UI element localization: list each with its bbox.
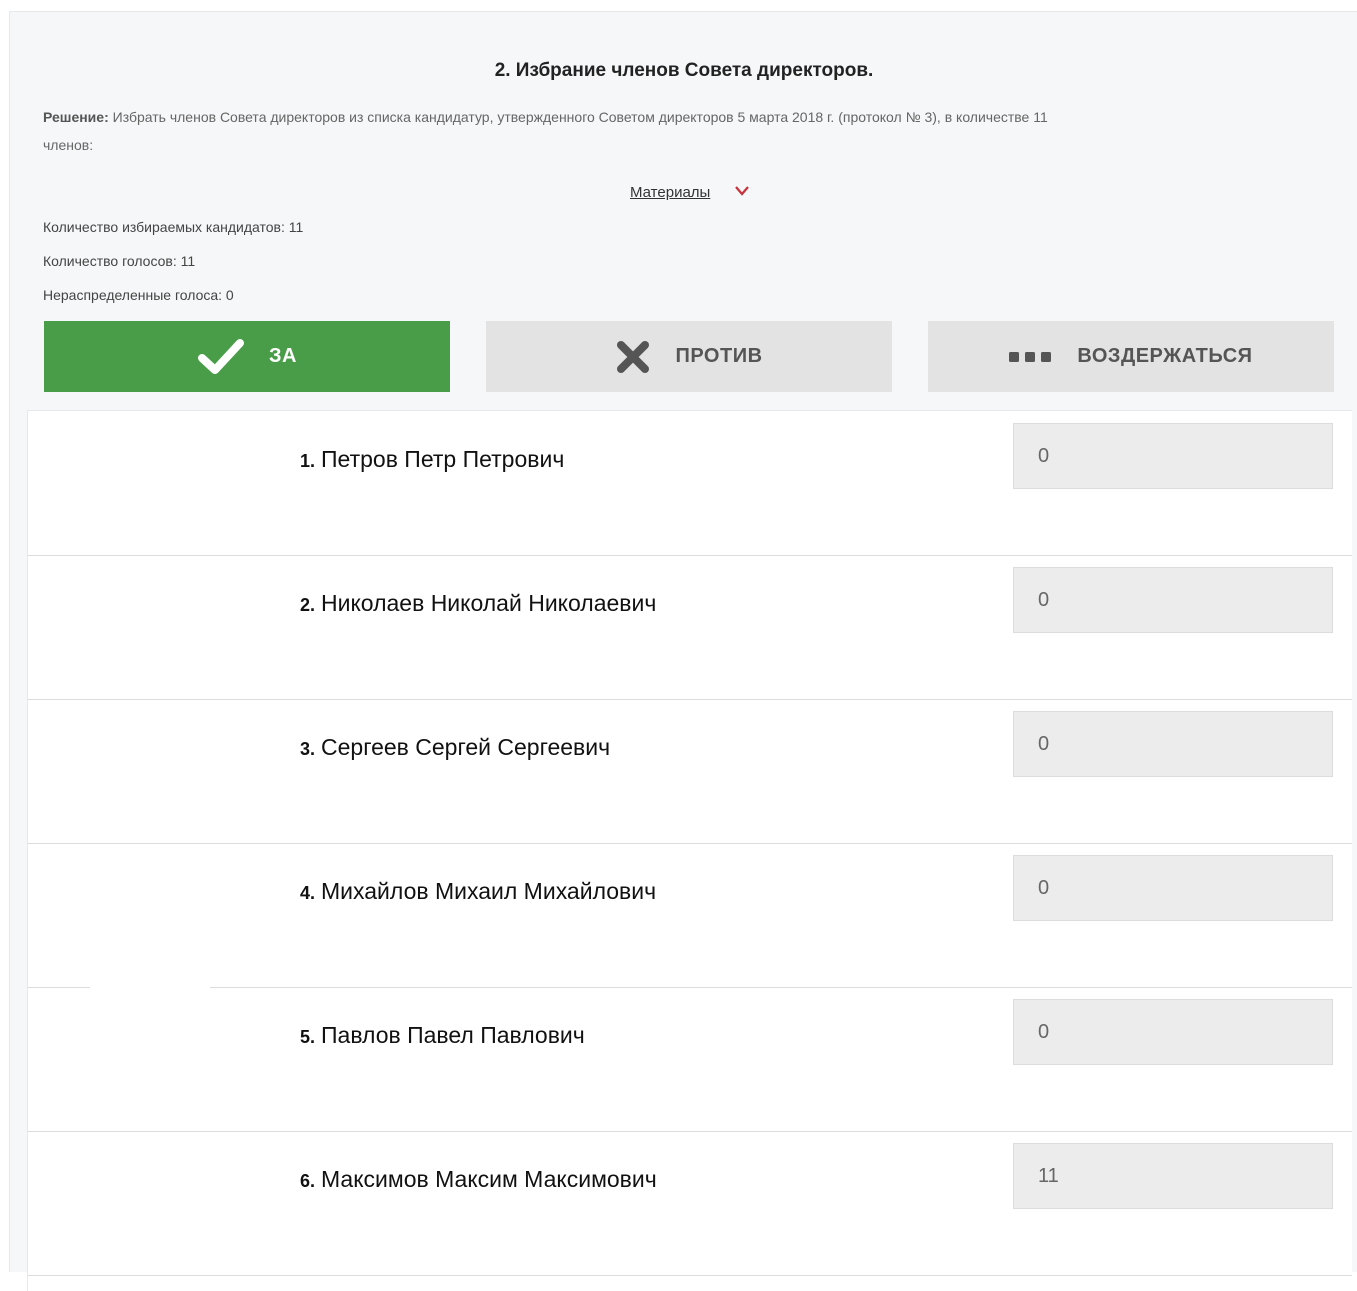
candidate-name: Михайлов Михаил Михайлович <box>321 878 657 904</box>
candidate-votes-input[interactable] <box>1013 855 1333 921</box>
materials-link[interactable]: Материалы <box>630 184 710 201</box>
candidate-votes-input[interactable] <box>1013 567 1333 633</box>
chevron-down-icon[interactable] <box>734 184 750 198</box>
candidate-name-block: 2. Николаев Николай Николаевич <box>300 590 656 617</box>
vote-against-button[interactable]: ПРОТИВ <box>486 321 892 392</box>
decision-text-block: Решение: Избрать членов Совета директоро… <box>43 103 1093 159</box>
candidate-number: 4. <box>300 883 316 903</box>
candidate-votes-input[interactable] <box>1013 423 1333 489</box>
candidate-name-block: 3. Сергеев Сергей Сергеевич <box>300 734 610 761</box>
candidate-row: 4. Михайлов Михаил Михайлович <box>28 843 1352 988</box>
question-title: 2. Избрание членов Совета директоров. <box>494 60 874 81</box>
candidate-row: 2. Николаев Николай Николаевич <box>28 555 1352 700</box>
candidate-name-block: 4. Михайлов Михаил Михайлович <box>300 878 656 905</box>
vote-against-label: ПРОТИВ <box>675 345 763 367</box>
voting-panel: 2. Избрание членов Совета директоров. Ре… <box>9 11 1357 1291</box>
candidate-name: Максимов Максим Максимович <box>321 1166 657 1192</box>
checkmark-icon <box>197 337 245 377</box>
divider-gap <box>90 986 210 990</box>
candidate-number: 1. <box>300 451 316 471</box>
vote-for-button[interactable]: ЗА <box>44 321 450 392</box>
candidate-number: 5. <box>300 1027 316 1047</box>
cross-icon <box>615 339 651 375</box>
candidate-name-block: 6. Максимов Максим Максимович <box>300 1166 657 1193</box>
candidate-number: 6. <box>300 1171 316 1191</box>
candidate-number: 2. <box>300 595 316 615</box>
decision-label: Решение: <box>43 109 109 125</box>
votes-count: Количество голосов: 11 <box>43 253 196 269</box>
unallocated-votes: Нераспределенные голоса: 0 <box>43 287 234 303</box>
dots-icon <box>1009 351 1053 363</box>
candidate-list: 1.Петров Петр Петрович 2.Николаев Никола… <box>27 410 1352 1291</box>
candidate-votes-input[interactable] <box>1013 1143 1333 1209</box>
candidate-name-block: 5. Павлов Павел Павлович <box>300 1022 585 1049</box>
decision-text: Избрать членов Совета директоров из спис… <box>43 109 1048 153</box>
candidate-name: Николаев Николай Николаевич <box>321 590 657 616</box>
candidate-row: 6. Максимов Максим Максимович <box>28 1131 1352 1276</box>
candidate-name: Сергеев Сергей Сергеевич <box>321 734 611 760</box>
candidate-row: 5. Павлов Павел Павлович <box>28 987 1352 1132</box>
candidates-count: Количество избираемых кандидатов: 11 <box>43 219 304 235</box>
candidate-votes-input[interactable] <box>1013 711 1333 777</box>
vote-abstain-label: ВОЗДЕРЖАТЬСЯ <box>1077 345 1253 367</box>
candidate-row: 1. Петров Петр Петрович <box>28 411 1352 556</box>
candidate-number: 3. <box>300 739 316 759</box>
candidate-name: Петров Петр Петрович <box>321 446 565 472</box>
vote-abstain-button[interactable]: ВОЗДЕРЖАТЬСЯ <box>928 321 1334 392</box>
candidate-votes-input[interactable] <box>1013 999 1333 1065</box>
candidate-row: 3. Сергеев Сергей Сергеевич <box>28 699 1352 844</box>
candidate-name-block: 1. Петров Петр Петрович <box>300 446 564 473</box>
vote-for-label: ЗА <box>269 345 297 367</box>
candidate-name: Павлов Павел Павлович <box>321 1022 585 1048</box>
